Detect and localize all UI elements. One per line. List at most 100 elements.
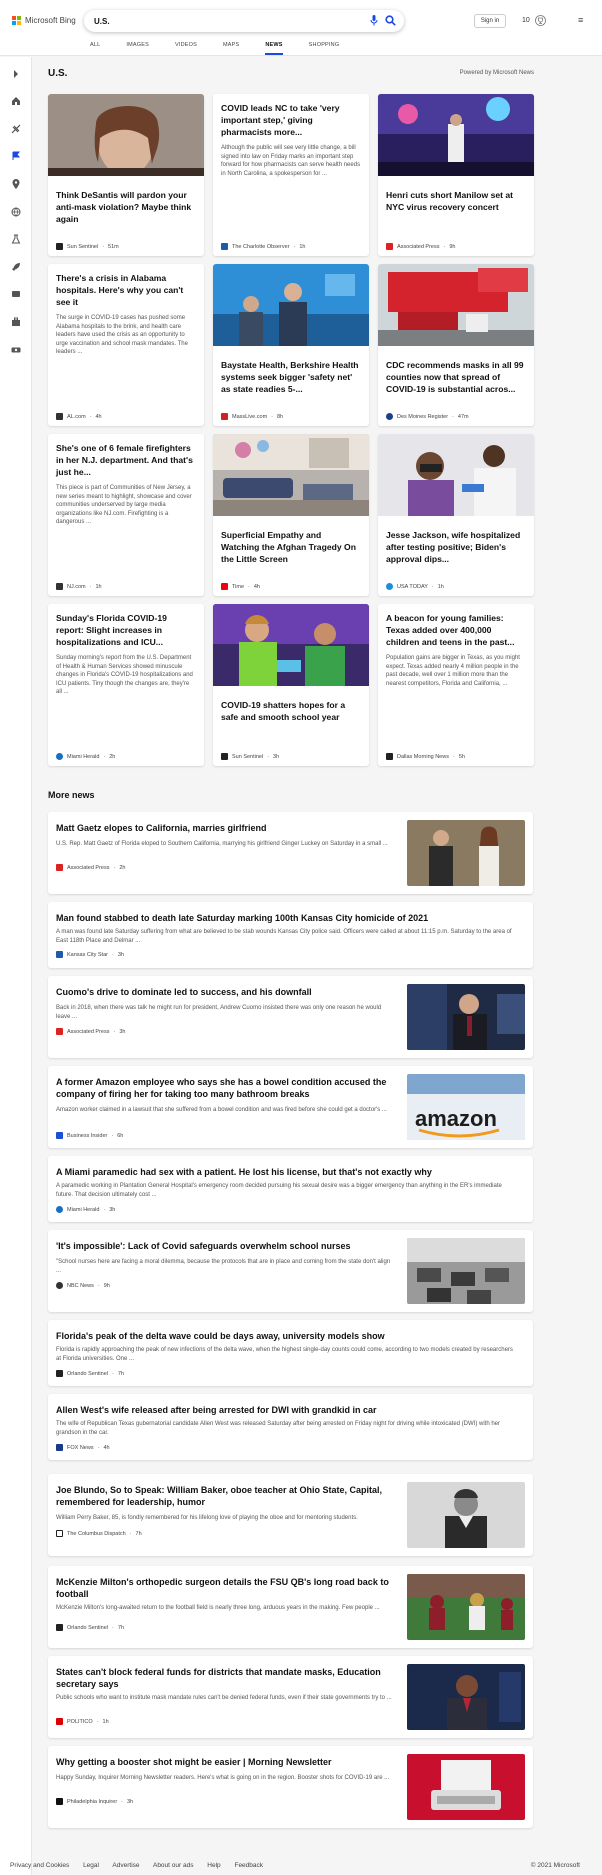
source-logo-icon	[386, 753, 393, 760]
news-item[interactable]: Man found stabbed to death late Saturday…	[48, 902, 533, 968]
source-time: 47m	[457, 413, 469, 420]
news-item[interactable]: Allen West's wife released after being a…	[48, 1394, 533, 1460]
news-description: Amazon worker claimed in a lawsuit that …	[56, 1107, 387, 1113]
money-icon[interactable]	[10, 344, 21, 355]
news-card[interactable]: There's a crisis in Alabama hospitals. H…	[48, 264, 204, 426]
microphone-icon[interactable]	[370, 15, 378, 26]
card-title: CDC recommends masks in all 99 counties …	[386, 360, 524, 394]
card-source: USA TODAY · 1h	[386, 583, 444, 590]
news-title: Joe Blundo, So to Speak: William Baker, …	[56, 1485, 382, 1507]
source-time: 3h	[119, 1028, 126, 1035]
source-name: Kansas City Star	[67, 951, 108, 958]
card-image	[213, 604, 369, 686]
footer-link-help[interactable]: Help	[207, 1862, 220, 1869]
footer-link-privacy[interactable]: Privacy and Cookies	[10, 1862, 69, 1869]
science-icon[interactable]	[10, 233, 21, 244]
search-input[interactable]: U.S.	[84, 10, 404, 32]
home-icon[interactable]	[10, 95, 21, 106]
tab-images[interactable]: IMAGES	[126, 40, 149, 55]
separator: ·	[111, 1624, 114, 1631]
news-item[interactable]: 'It's impossible': Lack of Covid safegua…	[48, 1230, 533, 1312]
source-time: 1h	[437, 583, 444, 590]
sign-in-button[interactable]: Sign in	[474, 14, 506, 28]
source-name: USA TODAY	[397, 583, 428, 590]
source-logo-icon	[56, 1798, 63, 1805]
news-source: Kansas City Star · 3h	[56, 951, 124, 958]
news-card[interactable]: Baystate Health, Berkshire Health system…	[213, 264, 369, 426]
news-card[interactable]: She's one of 6 female firefighters in he…	[48, 434, 204, 596]
news-card[interactable]: A beacon for young families: Texas added…	[378, 604, 534, 766]
news-item[interactable]: States can't block federal funds for dis…	[48, 1656, 533, 1738]
source-logo-icon	[56, 1206, 63, 1213]
separator: ·	[431, 583, 434, 590]
entertainment-icon[interactable]	[10, 288, 21, 299]
bing-logo[interactable]: Microsoft Bing	[12, 16, 76, 25]
source-logo-icon	[56, 243, 63, 250]
news-item[interactable]: Why getting a booster shot might be easi…	[48, 1746, 533, 1828]
source-logo-icon	[56, 583, 63, 590]
hamburger-menu-icon[interactable]: ≡	[578, 15, 583, 25]
search-icon[interactable]	[385, 15, 396, 26]
news-item[interactable]: A former Amazon employee who says she ha…	[48, 1066, 533, 1148]
rewards-button[interactable]: 10	[522, 15, 546, 26]
news-card[interactable]: Superficial Empathy and Watching the Afg…	[213, 434, 369, 596]
card-image	[213, 264, 369, 346]
news-source: Orlando Sentinel · 7h	[56, 1370, 124, 1377]
news-card[interactable]: Henri cuts short Manilow set at NYC viru…	[378, 94, 534, 256]
source-time: 6h	[117, 1132, 124, 1139]
news-item[interactable]: Joe Blundo, So to Speak: William Baker, …	[48, 1474, 533, 1556]
tab-all[interactable]: ALL	[90, 40, 100, 55]
source-logo-icon	[221, 583, 228, 590]
us-news-flag-icon[interactable]	[10, 150, 21, 161]
business-briefcase-icon[interactable]	[10, 316, 21, 327]
tab-videos[interactable]: VIDEOS	[175, 40, 197, 55]
news-card[interactable]: CDC recommends masks in all 99 counties …	[378, 264, 534, 426]
local-pin-icon[interactable]	[10, 178, 21, 189]
footer-link-advertise[interactable]: Advertise	[112, 1862, 139, 1869]
tab-shopping[interactable]: SHOPPING	[309, 40, 340, 55]
news-card[interactable]: COVID-19 shatters hopes for a safe and s…	[213, 604, 369, 766]
card-description: Population gains are bigger in Texas, as…	[386, 655, 520, 687]
news-card[interactable]: Jesse Jackson, wife hospitalized after t…	[378, 434, 534, 596]
tab-maps[interactable]: MAPS	[223, 40, 239, 55]
news-item[interactable]: Matt Gaetz elopes to California, marries…	[48, 812, 533, 894]
source-time: 7h	[135, 1530, 142, 1537]
more-news-title: More news	[48, 790, 95, 800]
news-item[interactable]: McKenzie Milton's orthopedic surgeon det…	[48, 1566, 533, 1648]
news-item[interactable]: Florida's peak of the delta wave could b…	[48, 1320, 533, 1386]
sports-icon[interactable]	[10, 123, 21, 134]
news-item[interactable]: Cuomo's drive to dominate led to success…	[48, 976, 533, 1058]
news-card[interactable]: Sunday's Florida COVID-19 report: Slight…	[48, 604, 204, 766]
card-source: Time · 4h	[221, 583, 260, 590]
separator: ·	[97, 1444, 100, 1451]
source-logo-icon	[56, 1132, 63, 1139]
card-title: Jesse Jackson, wife hospitalized after t…	[386, 530, 521, 564]
news-card[interactable]: COVID leads NC to take 'very important s…	[213, 94, 369, 256]
card-title: Superficial Empathy and Watching the Afg…	[221, 530, 356, 564]
card-source: AL.com · 4h	[56, 413, 102, 420]
tab-news[interactable]: NEWS	[265, 40, 283, 55]
footer-link-feedback[interactable]: Feedback	[234, 1862, 263, 1869]
separator: ·	[103, 753, 106, 760]
footer: Privacy and Cookies Legal Advertise Abou…	[10, 1862, 592, 1869]
card-source: Associated Press · 9h	[386, 243, 455, 250]
news-source: NBC News · 9h	[56, 1282, 110, 1289]
powered-by-label[interactable]: Powered by Microsoft News	[460, 70, 534, 76]
technology-rocket-icon[interactable]	[10, 261, 21, 272]
news-item[interactable]: A Miami paramedic had sex with a patient…	[48, 1156, 533, 1222]
news-title: A Miami paramedic had sex with a patient…	[56, 1167, 432, 1177]
footer-link-about-ads[interactable]: About our ads	[153, 1862, 193, 1869]
news-card[interactable]: Think DeSantis will pardon your anti-mas…	[48, 94, 204, 256]
world-globe-icon[interactable]	[10, 206, 21, 217]
source-name: Des Moines Register	[397, 413, 449, 420]
expand-sidebar-icon[interactable]	[10, 68, 21, 79]
card-source: NJ.com · 1h	[56, 583, 102, 590]
card-description: The surge in COVID-19 cases has pushed s…	[56, 315, 188, 355]
source-name: FOX News	[67, 1444, 94, 1451]
source-time: 7h	[117, 1624, 124, 1631]
card-description: Sunday morning's report from the U.S. De…	[56, 655, 193, 695]
card-title: Henri cuts short Manilow set at NYC viru…	[386, 190, 514, 212]
source-time: 5h	[458, 753, 465, 760]
footer-link-legal[interactable]: Legal	[83, 1862, 99, 1869]
source-name: Business Insider	[67, 1132, 108, 1139]
